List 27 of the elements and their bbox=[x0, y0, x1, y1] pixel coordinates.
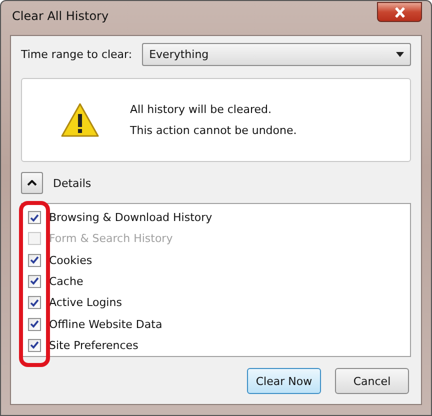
checkbox[interactable] bbox=[28, 254, 41, 267]
checkbox-label: Cache bbox=[49, 274, 84, 288]
checkbox[interactable] bbox=[28, 211, 41, 224]
checkbox-label: Offline Website Data bbox=[49, 318, 162, 331]
checkbox[interactable] bbox=[28, 296, 41, 310]
dialog-button[interactable]: Clear Now bbox=[247, 368, 321, 394]
time-range-dropdown[interactable]: Everything bbox=[142, 42, 411, 66]
warning-icon bbox=[60, 102, 100, 138]
close-button[interactable] bbox=[377, 2, 422, 22]
warning-text: This action cannot be undone. bbox=[130, 124, 297, 137]
dropdown-arrow-icon bbox=[396, 52, 404, 56]
window-title: Clear All History bbox=[11, 9, 109, 23]
checkbox-label: Site Preferences bbox=[49, 338, 138, 352]
close-icon bbox=[394, 6, 406, 18]
details-toggle-button[interactable] bbox=[21, 172, 43, 194]
checkbox-label: Form & Search History bbox=[49, 232, 173, 246]
time-range-label: Time range to clear: bbox=[21, 48, 132, 60]
checkbox[interactable] bbox=[28, 318, 41, 331]
details-label: Details bbox=[53, 176, 92, 190]
checkbox-label: Browsing & Download History bbox=[49, 211, 212, 224]
checkbox-label: Cookies bbox=[49, 254, 92, 267]
chevron-icon bbox=[27, 180, 37, 186]
dialog-button[interactable]: Cancel bbox=[335, 368, 409, 394]
warning-text: All history will be cleared. bbox=[130, 103, 273, 116]
checkbox-label: Active Logins bbox=[49, 296, 122, 310]
checkbox[interactable] bbox=[28, 274, 41, 288]
checkbox[interactable] bbox=[28, 338, 41, 352]
